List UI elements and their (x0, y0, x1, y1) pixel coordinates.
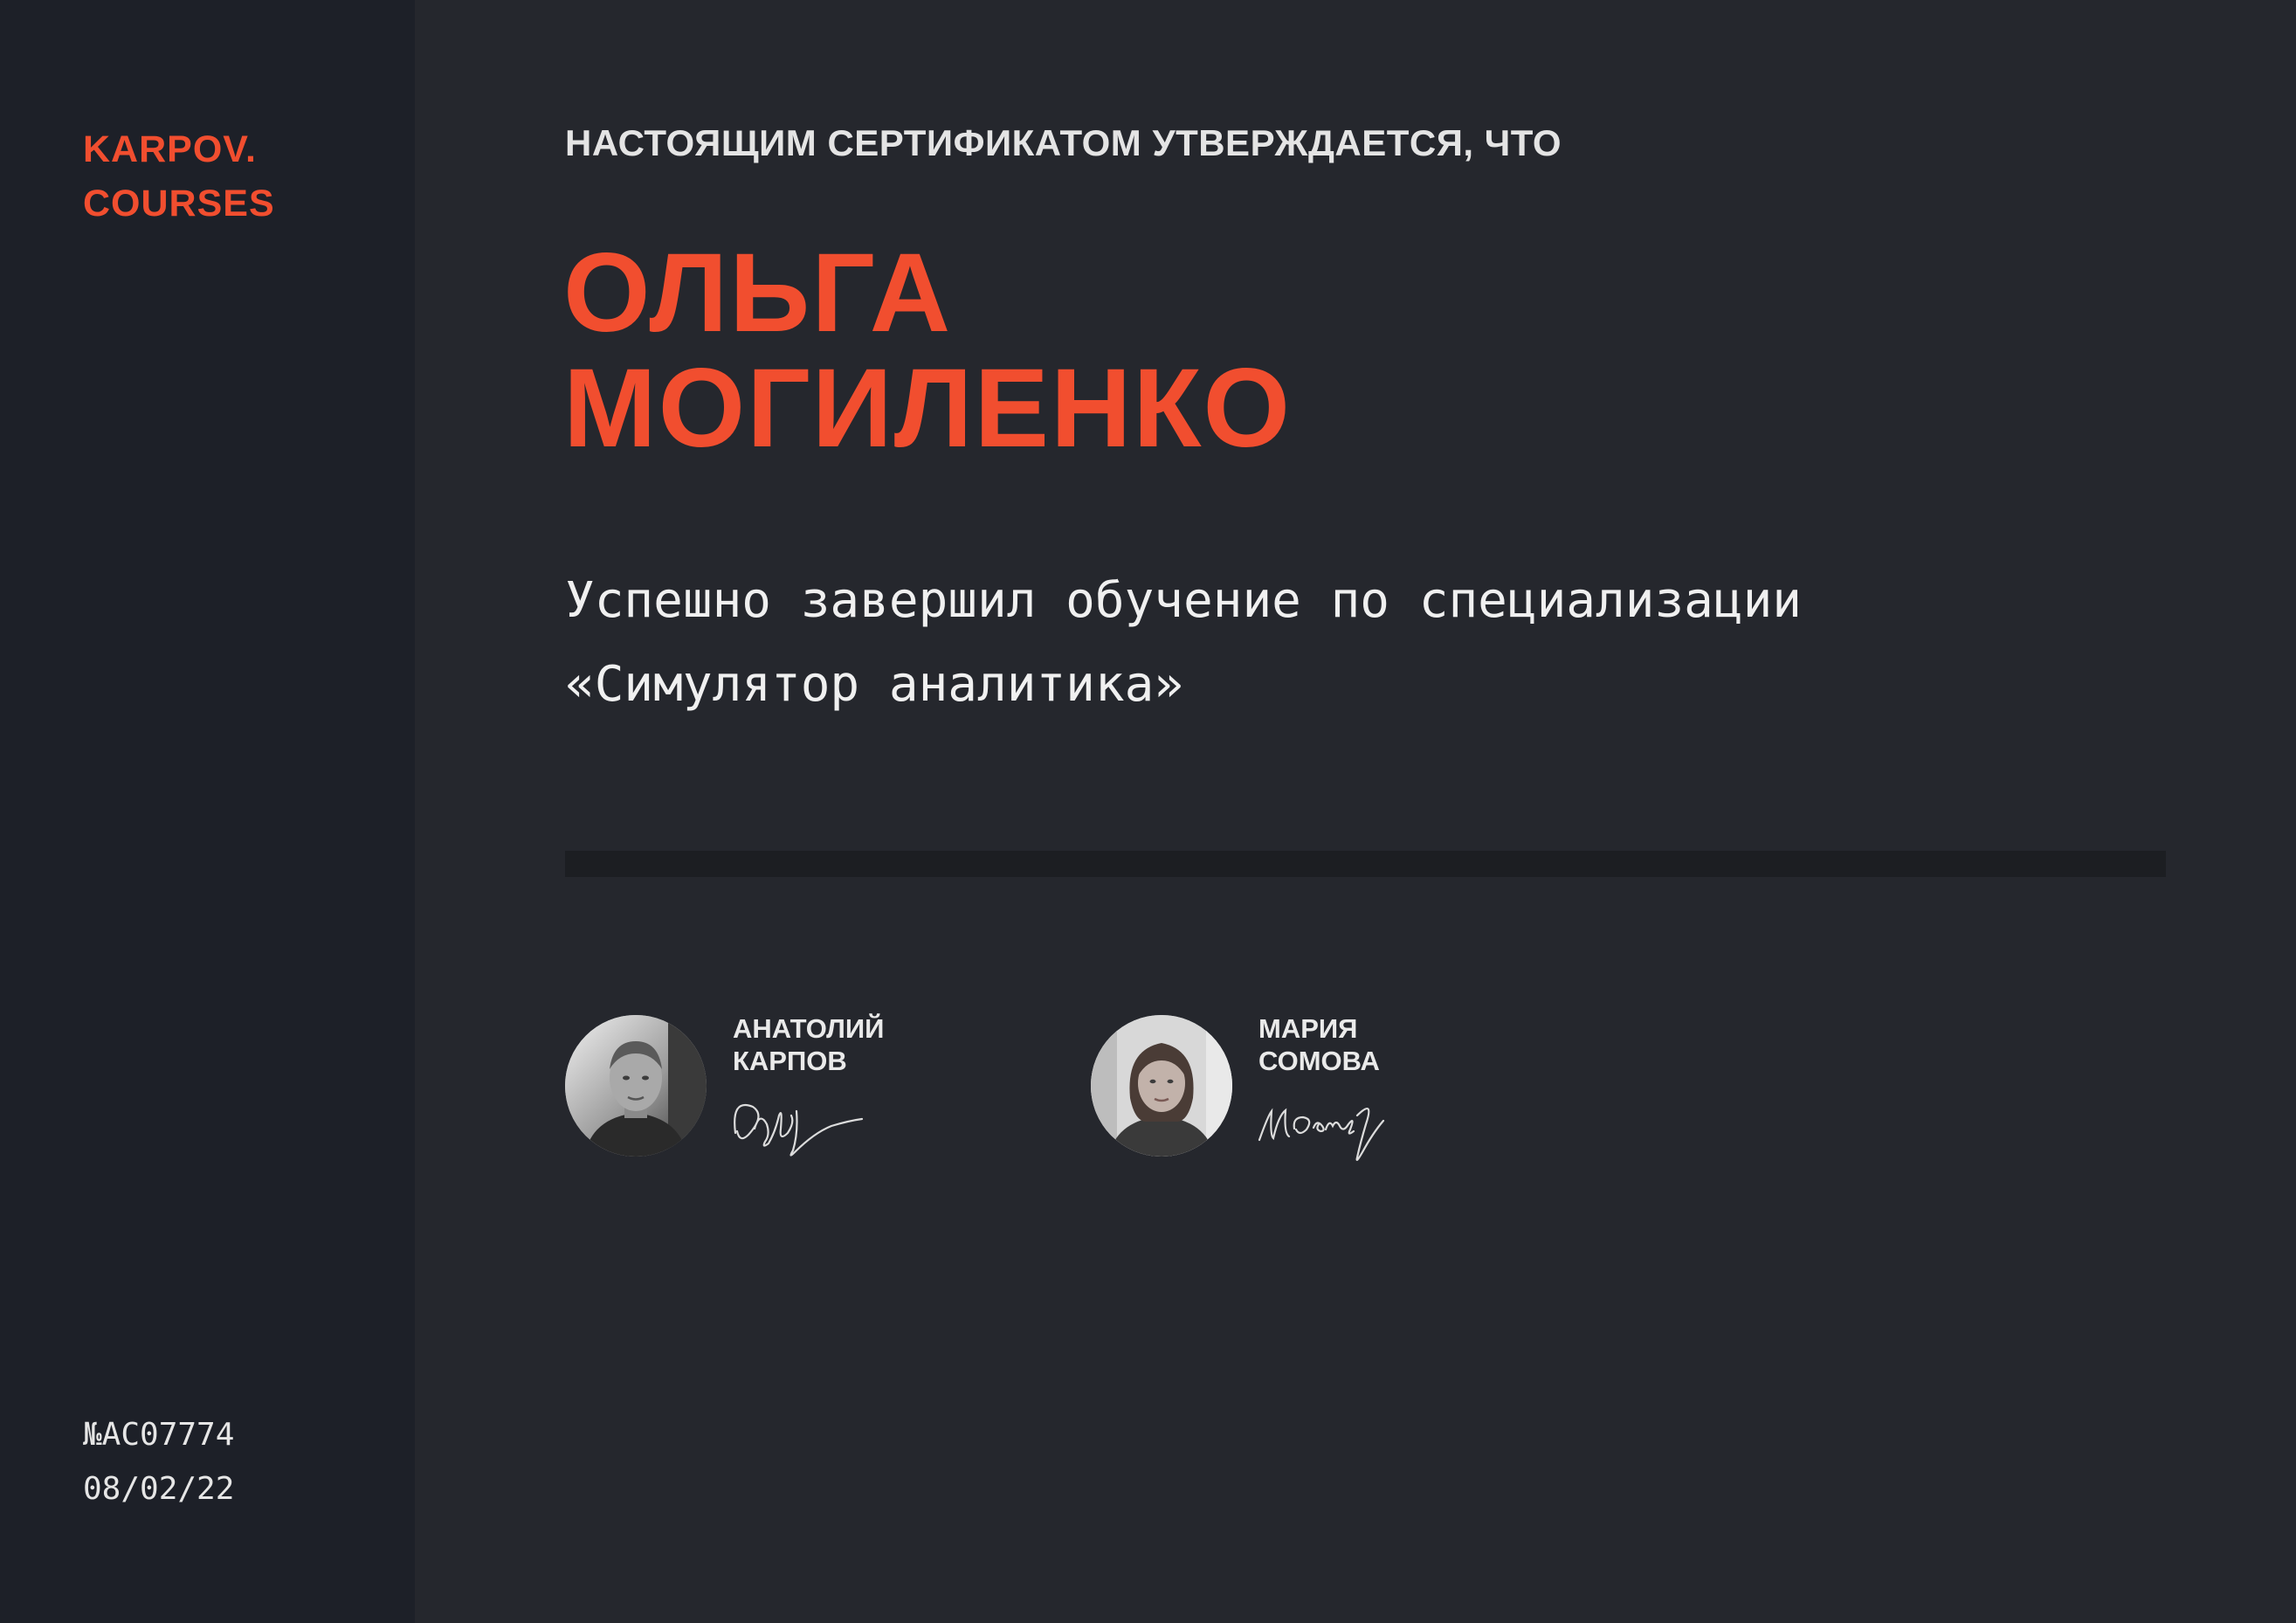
certificate-number: №AC07774 (83, 1417, 235, 1453)
completion-statement: Успешно завершил обучение по специализац… (565, 559, 1802, 727)
sidebar: KARPOV. COURSES №AC07774 08/02/22 (0, 0, 415, 1623)
brand-logo: KARPOV. COURSES (83, 122, 275, 231)
brand-line-1: KARPOV. (83, 128, 257, 170)
recipient-first-name: ОЛЬГА (563, 231, 953, 356)
statement-line-2: «Симулятор аналитика» (565, 656, 1184, 713)
certificate-meta: №AC07774 08/02/22 (83, 1408, 234, 1516)
certificate-body: НАСТОЯЩИМ СЕРТИФИКАТОМ УТВЕРЖДАЕТСЯ, ЧТО… (415, 0, 2296, 1623)
statement-line-1: Успешно завершил обучение по специализац… (565, 572, 1803, 629)
signer-first-name: МАРИЯ (1258, 1013, 1358, 1044)
recipient-name: ОЛЬГА МОГИЛЕНКО (563, 236, 1292, 466)
certificate-header: НАСТОЯЩИМ СЕРТИФИКАТОМ УТВЕРЖДАЕТСЯ, ЧТО (565, 122, 1562, 163)
signer-last-name: СОМОВА (1258, 1046, 1380, 1076)
divider (565, 851, 2166, 877)
signature-image (1258, 1107, 1385, 1162)
signer-first-name: АНАТОЛИЙ (733, 1013, 885, 1044)
signature-image (734, 1104, 864, 1157)
avatar-photo (1091, 1015, 1232, 1157)
avatar-photo (565, 1015, 707, 1157)
signer-name: МАРИЯ СОМОВА (1258, 1012, 1380, 1077)
brand-line-2: COURSES (83, 183, 275, 224)
recipient-last-name: МОГИЛЕНКО (563, 346, 1293, 471)
signer-last-name: КАРПОВ (733, 1046, 847, 1076)
signer-name: АНАТОЛИЙ КАРПОВ (733, 1012, 884, 1077)
certificate-date: 08/02/22 (83, 1471, 235, 1507)
